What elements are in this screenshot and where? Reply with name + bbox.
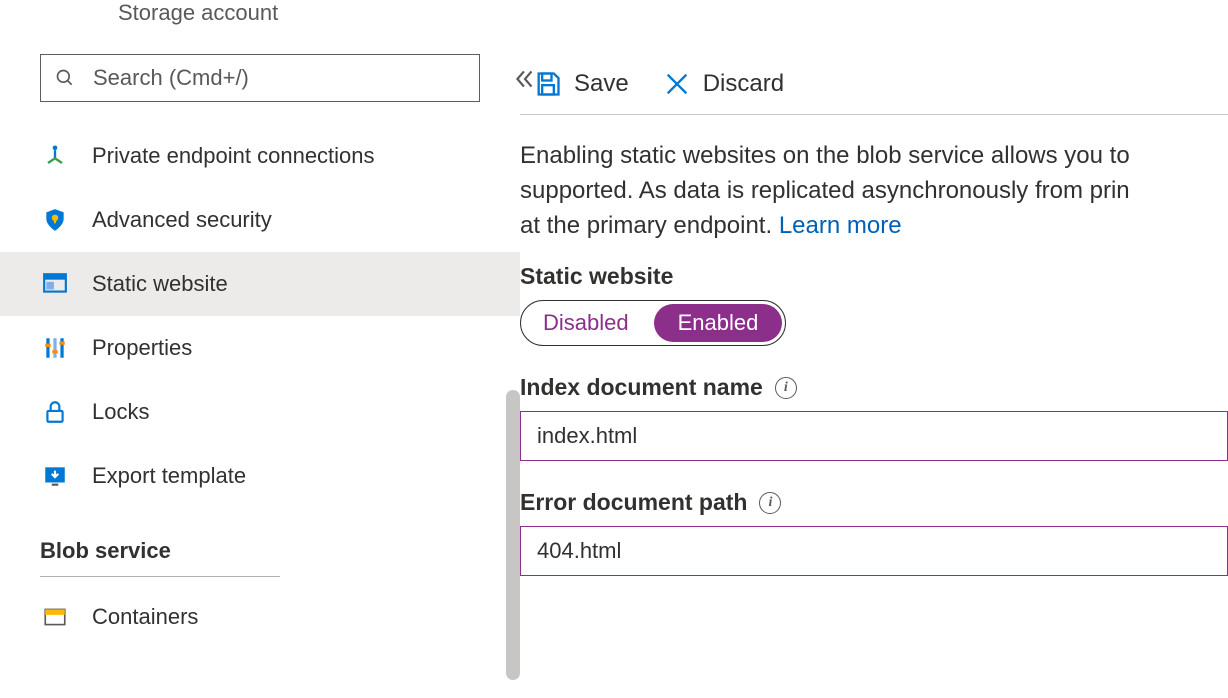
- sidebar-item-advanced-security[interactable]: Advanced security: [0, 188, 520, 252]
- sidebar-item-locks[interactable]: Locks: [0, 380, 520, 444]
- sidebar-item-containers[interactable]: Containers: [0, 585, 520, 649]
- search-input[interactable]: Search (Cmd+/): [40, 54, 480, 102]
- save-button[interactable]: Save: [534, 70, 629, 98]
- shield-icon: [40, 205, 70, 235]
- sidebar-item-label: Export template: [92, 463, 246, 489]
- sidebar-nav: Private endpoint connections Advanced se…: [0, 124, 520, 508]
- lock-icon: [40, 397, 70, 427]
- toggle-disabled[interactable]: Disabled: [521, 301, 651, 345]
- error-document-input[interactable]: [520, 526, 1228, 576]
- sidebar-item-static-website[interactable]: Static website: [0, 252, 520, 316]
- divider: [40, 576, 280, 577]
- sidebar-item-label: Advanced security: [92, 207, 272, 233]
- sidebar-section-blob: Blob service: [0, 508, 520, 572]
- error-document-label: Error document path i: [520, 489, 1228, 516]
- index-document-label: Index document name i: [520, 374, 1228, 401]
- save-label: Save: [574, 70, 629, 98]
- toolbar: Save Discard: [520, 70, 1228, 115]
- sidebar-item-properties[interactable]: Properties: [0, 316, 520, 380]
- learn-more-link[interactable]: Learn more: [779, 212, 902, 239]
- save-icon: [534, 70, 562, 98]
- sidebar-item-label: Private endpoint connections: [92, 143, 375, 169]
- sidebar-item-export-template[interactable]: Export template: [0, 444, 520, 508]
- properties-icon: [40, 333, 70, 363]
- close-icon: [663, 70, 691, 98]
- search-icon: [55, 68, 75, 88]
- main-pane: Save Discard Enabling static websites on…: [520, 0, 1228, 698]
- static-website-toggle[interactable]: Disabled Enabled: [520, 300, 786, 346]
- sidebar-item-private-endpoint[interactable]: Private endpoint connections: [0, 124, 520, 188]
- sidebar-item-label: Containers: [92, 604, 198, 630]
- static-website-label: Static website: [520, 263, 1228, 290]
- export-icon: [40, 461, 70, 491]
- container-icon: [40, 602, 70, 632]
- sidebar: Storage account Search (Cmd+/) Private e…: [0, 0, 520, 698]
- description-text: Enabling static websites on the blob ser…: [520, 139, 1228, 243]
- sidebar-item-label: Locks: [92, 399, 149, 425]
- resource-type-label: Storage account: [0, 0, 520, 26]
- info-icon[interactable]: i: [759, 492, 781, 514]
- scrollbar-thumb[interactable]: [506, 390, 520, 680]
- index-document-input[interactable]: [520, 411, 1228, 461]
- endpoint-icon: [40, 141, 70, 171]
- toggle-enabled[interactable]: Enabled: [654, 304, 783, 342]
- search-placeholder: Search (Cmd+/): [93, 65, 249, 91]
- sidebar-nav-blob: Containers: [0, 585, 520, 649]
- discard-label: Discard: [703, 70, 784, 98]
- sidebar-item-label: Properties: [92, 335, 192, 361]
- sidebar-item-label: Static website: [92, 271, 228, 297]
- info-icon[interactable]: i: [775, 377, 797, 399]
- static-website-icon: [40, 269, 70, 299]
- discard-button[interactable]: Discard: [663, 70, 784, 98]
